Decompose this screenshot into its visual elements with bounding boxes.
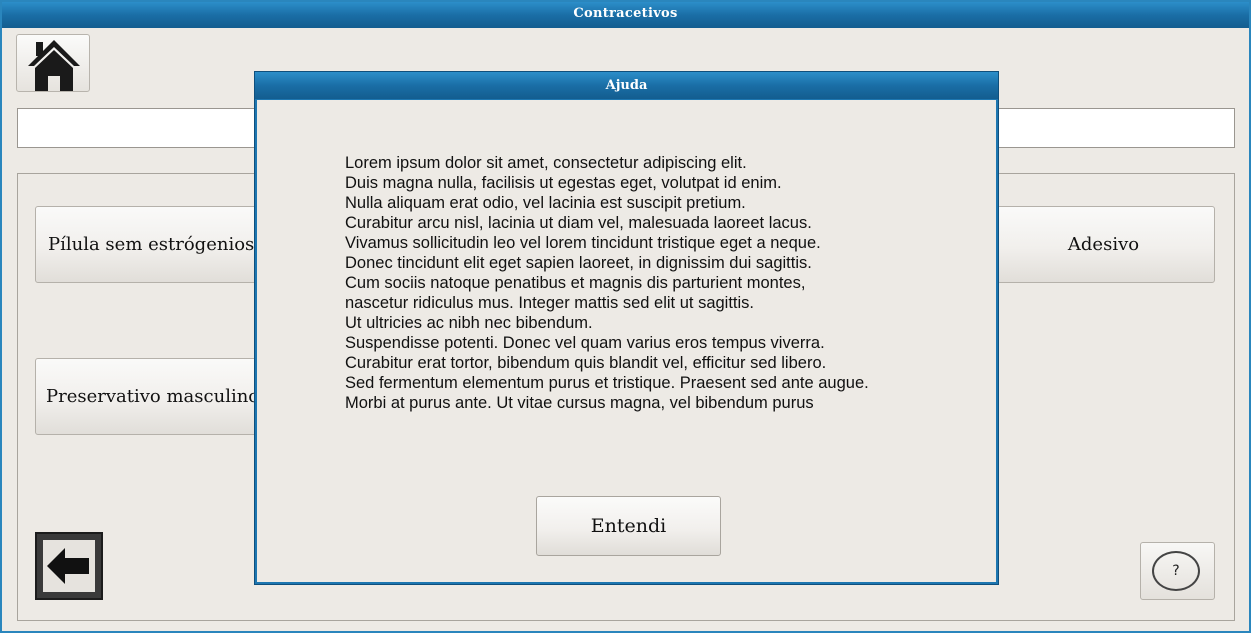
- dialog-message: Lorem ipsum dolor sit amet, consectetur …: [345, 153, 985, 413]
- dialog-line: Lorem ipsum dolor sit amet, consectetur …: [345, 154, 747, 172]
- home-icon: [28, 40, 80, 91]
- dialog-line: Cum sociis natoque penatibus et magnis d…: [345, 274, 806, 292]
- dialog-line: Curabitur arcu nisl, lacinia ut diam vel…: [345, 214, 812, 232]
- dialog-body: Lorem ipsum dolor sit amet, consectetur …: [257, 100, 996, 582]
- dialog-line: Morbi at purus ante. Ut vitae cursus mag…: [345, 394, 814, 412]
- dialog-title: Ajuda: [255, 72, 998, 99]
- option-preservativo-button[interactable]: Preservativo masculino: [35, 358, 265, 435]
- help-button[interactable]: ?: [1140, 542, 1215, 600]
- dialog-line: Sed fermentum elementum purus et tristiq…: [345, 374, 869, 392]
- option-pilula-button[interactable]: Pílula sem estrógenios: [35, 206, 265, 283]
- help-icon: ?: [1152, 551, 1200, 591]
- entendi-button[interactable]: Entendi: [536, 496, 721, 556]
- dialog-line: Nulla aliquam erat odio, vel lacinia est…: [345, 194, 746, 212]
- window-title: Contracetivos: [2, 2, 1249, 28]
- dialog-line: Suspendisse potenti. Donec vel quam vari…: [345, 334, 825, 352]
- dialog-line: nascetur ridiculus mus. Integer mattis s…: [345, 294, 755, 312]
- home-button[interactable]: [16, 34, 90, 92]
- dialog-line: Curabitur erat tortor, bibendum quis bla…: [345, 354, 827, 372]
- dialog-line: Ut ultricies ac nibh nec bibendum.: [345, 314, 593, 332]
- arrow-left-icon: [43, 540, 95, 592]
- help-dialog: Ajuda Lorem ipsum dolor sit amet, consec…: [254, 71, 999, 585]
- dialog-line: Donec tincidunt elit eget sapien laoreet…: [345, 254, 812, 272]
- dialog-line: Duis magna nulla, facilisis ut egestas e…: [345, 174, 782, 192]
- option-adesivo-button[interactable]: Adesivo: [982, 206, 1215, 283]
- back-button[interactable]: [35, 532, 103, 600]
- dialog-line: Vivamus sollicitudin leo vel lorem tinci…: [345, 234, 821, 252]
